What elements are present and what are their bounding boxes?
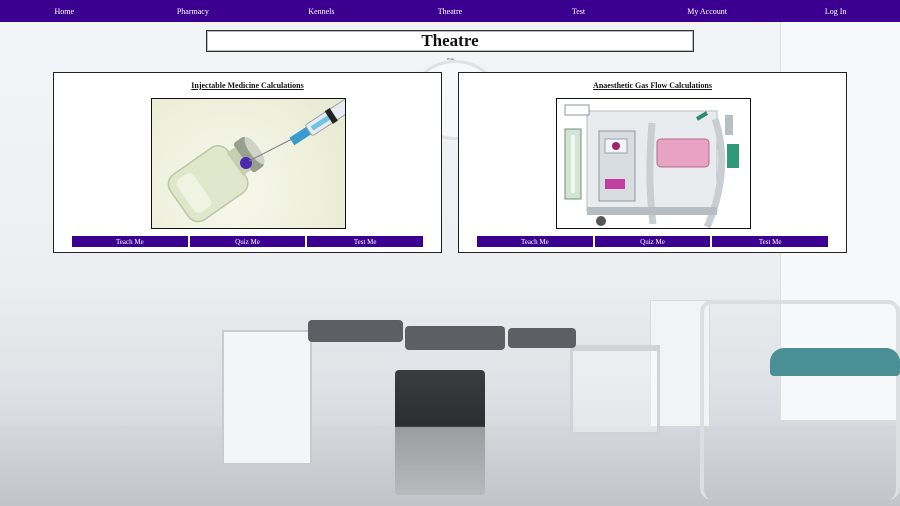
card-title: Anaesthetic Gas Flow Calculations (593, 81, 712, 90)
background-table-pad-left (308, 320, 403, 342)
background-stool (770, 348, 900, 376)
card-button-row: Teach Me Quiz Me Test Me (477, 236, 829, 247)
card-anaesthetic-gas-flow: Anaesthetic Gas Flow Calculations Teach … (458, 72, 847, 253)
quiz-me-button[interactable]: Quiz Me (189, 236, 306, 247)
background-cart (222, 330, 312, 465)
teach-me-button[interactable]: Teach Me (477, 236, 593, 247)
page-subnote: · Home (445, 57, 455, 61)
background-table-pad-center (405, 326, 505, 350)
nav-pharmacy[interactable]: Pharmacy (129, 7, 257, 16)
syringe-vial-image (151, 98, 346, 229)
nav-home[interactable]: Home (0, 7, 128, 16)
syringe-vial-illustration (167, 99, 345, 223)
background-rail (700, 300, 900, 500)
teach-me-button[interactable]: Teach Me (72, 236, 188, 247)
top-nav: Home Pharmacy Kennels Theatre Test My Ac… (0, 0, 900, 22)
page-title: Theatre (421, 31, 479, 50)
card-button-row: Teach Me Quiz Me Test Me (72, 236, 424, 247)
nav-my-account[interactable]: My Account (643, 7, 771, 16)
anaesthetic-machine-illustration (564, 104, 739, 228)
quiz-me-button[interactable]: Quiz Me (594, 236, 711, 247)
test-me-button[interactable]: Test Me (307, 236, 424, 247)
anaesthetic-machine-image (556, 98, 751, 229)
nav-log-in[interactable]: Log In (772, 7, 900, 16)
background-table-base (395, 370, 485, 495)
nav-theatre[interactable]: Theatre (386, 7, 514, 16)
background-table-pad-right (508, 328, 576, 348)
background-shelf (570, 345, 660, 435)
test-me-button[interactable]: Test Me (712, 236, 829, 247)
page-title-box: Theatre (206, 30, 694, 52)
card-title: Injectable Medicine Calculations (191, 81, 304, 90)
nav-kennels[interactable]: Kennels (257, 7, 385, 16)
card-injectable-medicine: Injectable Medicine Calculations Teach M… (53, 72, 442, 253)
nav-test[interactable]: Test (515, 7, 643, 16)
